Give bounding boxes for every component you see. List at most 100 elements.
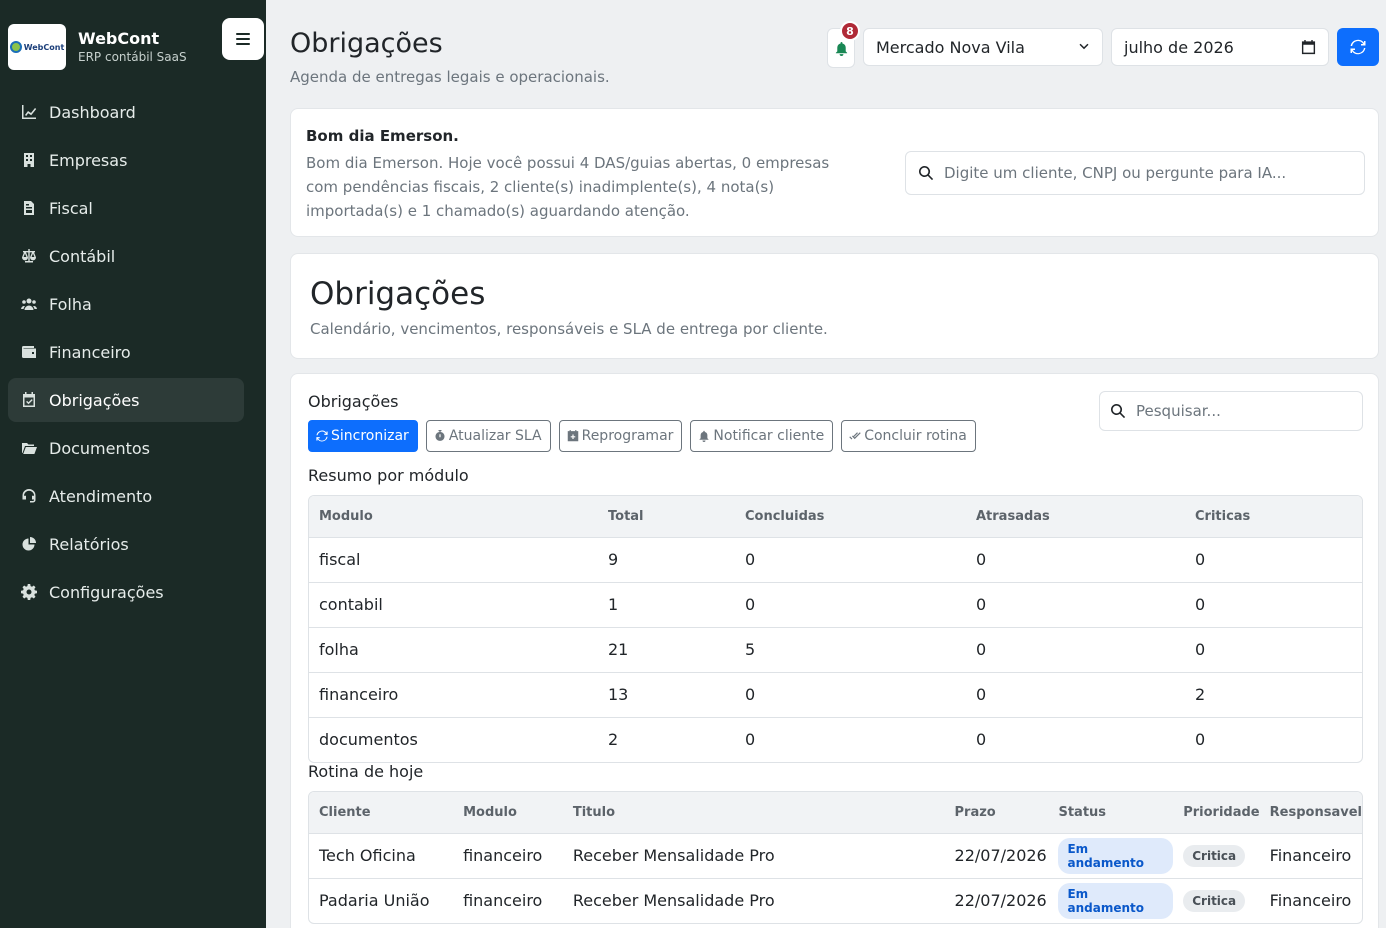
cell-total: 2 bbox=[608, 730, 619, 750]
col-header[interactable]: Titulo bbox=[562, 792, 945, 834]
cell-critical: 0 bbox=[1185, 627, 1362, 673]
refresh-button[interactable] bbox=[1337, 28, 1379, 66]
cell-deadline: 22/07/2026 bbox=[954, 891, 1047, 911]
sidebar-item-folha[interactable]: Folha bbox=[8, 282, 244, 326]
hamburger-icon bbox=[236, 33, 250, 45]
company-select[interactable]: Mercado Nova Vila bbox=[863, 28, 1103, 66]
sidebar-item-label: Empresas bbox=[49, 150, 128, 170]
col-header[interactable]: Total bbox=[598, 496, 735, 538]
col-header[interactable]: Criticas bbox=[1185, 496, 1362, 538]
company-select-value: Mercado Nova Vila bbox=[876, 37, 1025, 57]
sidebar-item-label: Financeiro bbox=[49, 342, 131, 362]
cell-total: 21 bbox=[598, 627, 735, 673]
reschedule-button[interactable]: Reprogramar bbox=[558, 420, 683, 452]
sidebar-item-fiscal[interactable]: Fiscal bbox=[8, 186, 244, 230]
notifications-button[interactable]: 8 bbox=[827, 21, 860, 68]
finish-routine-label: Concluir rotina bbox=[864, 428, 967, 444]
col-header[interactable]: Cliente bbox=[309, 792, 454, 834]
col-header[interactable]: Prazo bbox=[944, 792, 1049, 834]
greeting-card: Bom dia Emerson. Bom dia Emerson. Hoje v… bbox=[290, 108, 1379, 237]
sync-button[interactable]: Sincronizar bbox=[308, 420, 418, 452]
sidebar-item-label: Fiscal bbox=[49, 198, 93, 218]
calendar-icon[interactable] bbox=[1301, 39, 1316, 55]
sidebar-item-relatorios[interactable]: Relatórios bbox=[8, 522, 244, 566]
cell-late: 0 bbox=[966, 627, 1185, 673]
app-logo[interactable]: WebCont bbox=[8, 24, 66, 70]
sidebar-item-financeiro[interactable]: Financeiro bbox=[8, 330, 244, 374]
col-header[interactable]: Concluidas bbox=[735, 496, 966, 538]
col-header[interactable]: Atrasadas bbox=[966, 496, 1185, 538]
sidebar-item-contabil[interactable]: Contábil bbox=[8, 234, 244, 278]
table-row[interactable]: Tech Oficina financeiro Receber Mensalid… bbox=[309, 833, 1362, 879]
table-row[interactable]: financeiro 13 0 0 2 bbox=[309, 672, 1362, 718]
file-invoice-icon bbox=[20, 199, 38, 217]
sidebar-nav: Dashboard Empresas Fiscal Contábil Folha… bbox=[8, 90, 244, 618]
sidebar-toggle-button[interactable] bbox=[222, 18, 264, 60]
col-header[interactable]: Modulo bbox=[453, 792, 563, 834]
cell-late: 0 bbox=[976, 730, 987, 750]
finish-routine-button[interactable]: Concluir rotina bbox=[841, 420, 976, 452]
col-header[interactable]: Prioridade bbox=[1173, 792, 1260, 834]
summary-title: Resumo por módulo bbox=[308, 466, 469, 485]
logo-mark: WebCont bbox=[9, 41, 65, 53]
sidebar-item-obrigacoes[interactable]: Obrigações bbox=[8, 378, 244, 422]
sidebar-item-dashboard[interactable]: Dashboard bbox=[8, 90, 244, 134]
col-header[interactable]: Modulo bbox=[309, 496, 598, 538]
section-subtitle: Calendário, vencimentos, responsáveis e … bbox=[310, 320, 828, 338]
update-sla-label: Atualizar SLA bbox=[448, 428, 542, 444]
stopwatch-icon bbox=[435, 430, 445, 441]
notification-count-badge: 8 bbox=[840, 21, 860, 41]
period-input[interactable]: julho de 2026 bbox=[1111, 28, 1329, 66]
cell-owner: Financeiro bbox=[1269, 891, 1352, 911]
sidebar-item-label: Contábil bbox=[49, 246, 116, 266]
cell-module: financeiro bbox=[309, 672, 598, 718]
sidebar-item-empresas[interactable]: Empresas bbox=[8, 138, 244, 182]
table-row[interactable]: folha 21 5 0 0 bbox=[309, 627, 1362, 673]
cell-module: contabil bbox=[309, 582, 598, 628]
bell-icon bbox=[835, 41, 847, 56]
sync-button-label: Sincronizar bbox=[331, 428, 409, 444]
sidebar-item-label: Dashboard bbox=[49, 102, 136, 122]
notify-client-button[interactable]: Notificar cliente bbox=[690, 420, 834, 452]
section-hero-card: Obrigações Calendário, vencimentos, resp… bbox=[290, 253, 1379, 359]
sidebar-item-label: Documentos bbox=[49, 438, 151, 458]
logo-text: WebCont bbox=[23, 42, 65, 52]
cell-priority: Critica bbox=[1173, 878, 1259, 923]
sync-icon bbox=[316, 430, 328, 442]
search-icon bbox=[919, 166, 934, 181]
cell-done: 5 bbox=[735, 627, 966, 673]
sidebar-item-documentos[interactable]: Documentos bbox=[8, 426, 244, 470]
cell-module: fiscal bbox=[309, 537, 598, 583]
cell-late: 0 bbox=[966, 582, 1185, 628]
cell-client: Padaria União bbox=[319, 891, 430, 911]
page-subtitle: Agenda de entregas legais e operacionais… bbox=[290, 68, 610, 86]
status-badge: Em andamento bbox=[1058, 837, 1174, 874]
cell-module: financeiro bbox=[453, 833, 563, 879]
chevron-down-icon bbox=[1079, 43, 1089, 50]
cell-title: Receber Mensalidade Pro bbox=[572, 891, 775, 911]
ai-search-input[interactable]: Digite um cliente, CNPJ ou pergunte para… bbox=[905, 151, 1365, 195]
update-sla-button[interactable]: Atualizar SLA bbox=[425, 420, 551, 452]
cell-owner: Financeiro bbox=[1259, 833, 1362, 879]
greeting-title: Bom dia Emerson. bbox=[306, 127, 459, 145]
greeting-text: Bom dia Emerson. Hoje você possui 4 DAS/… bbox=[306, 154, 830, 220]
wallet-icon bbox=[20, 343, 38, 361]
sidebar-item-configuracoes[interactable]: Configurações bbox=[8, 570, 244, 614]
table-row[interactable]: contabil 1 0 0 0 bbox=[309, 582, 1362, 628]
routine-header-row: Cliente Modulo Titulo Prazo Status Prior… bbox=[309, 792, 1362, 834]
col-header[interactable]: Status bbox=[1048, 792, 1174, 834]
sidebar-item-atendimento[interactable]: Atendimento bbox=[8, 474, 244, 518]
priority-badge: Critica bbox=[1183, 844, 1246, 867]
scale-icon bbox=[20, 247, 38, 265]
sidebar-item-label: Atendimento bbox=[49, 486, 153, 506]
sidebar: WebCont WebCont ERP contábil SaaS Dashbo… bbox=[0, 0, 266, 928]
cell-status: Em andamento bbox=[1048, 833, 1174, 879]
summary-table: Modulo Total Concluidas Atrasadas Critic… bbox=[308, 495, 1363, 763]
table-row[interactable]: documentos 2 0 0 0 bbox=[309, 717, 1362, 762]
table-search-input[interactable]: Pesquisar... bbox=[1099, 391, 1363, 431]
cell-client: Tech Oficina bbox=[309, 833, 454, 879]
col-header[interactable]: Responsavel bbox=[1259, 792, 1362, 834]
table-row[interactable]: fiscal 9 0 0 0 bbox=[309, 537, 1362, 583]
table-row[interactable]: Padaria União financeiro Receber Mensali… bbox=[309, 878, 1362, 923]
headset-icon bbox=[20, 487, 38, 505]
